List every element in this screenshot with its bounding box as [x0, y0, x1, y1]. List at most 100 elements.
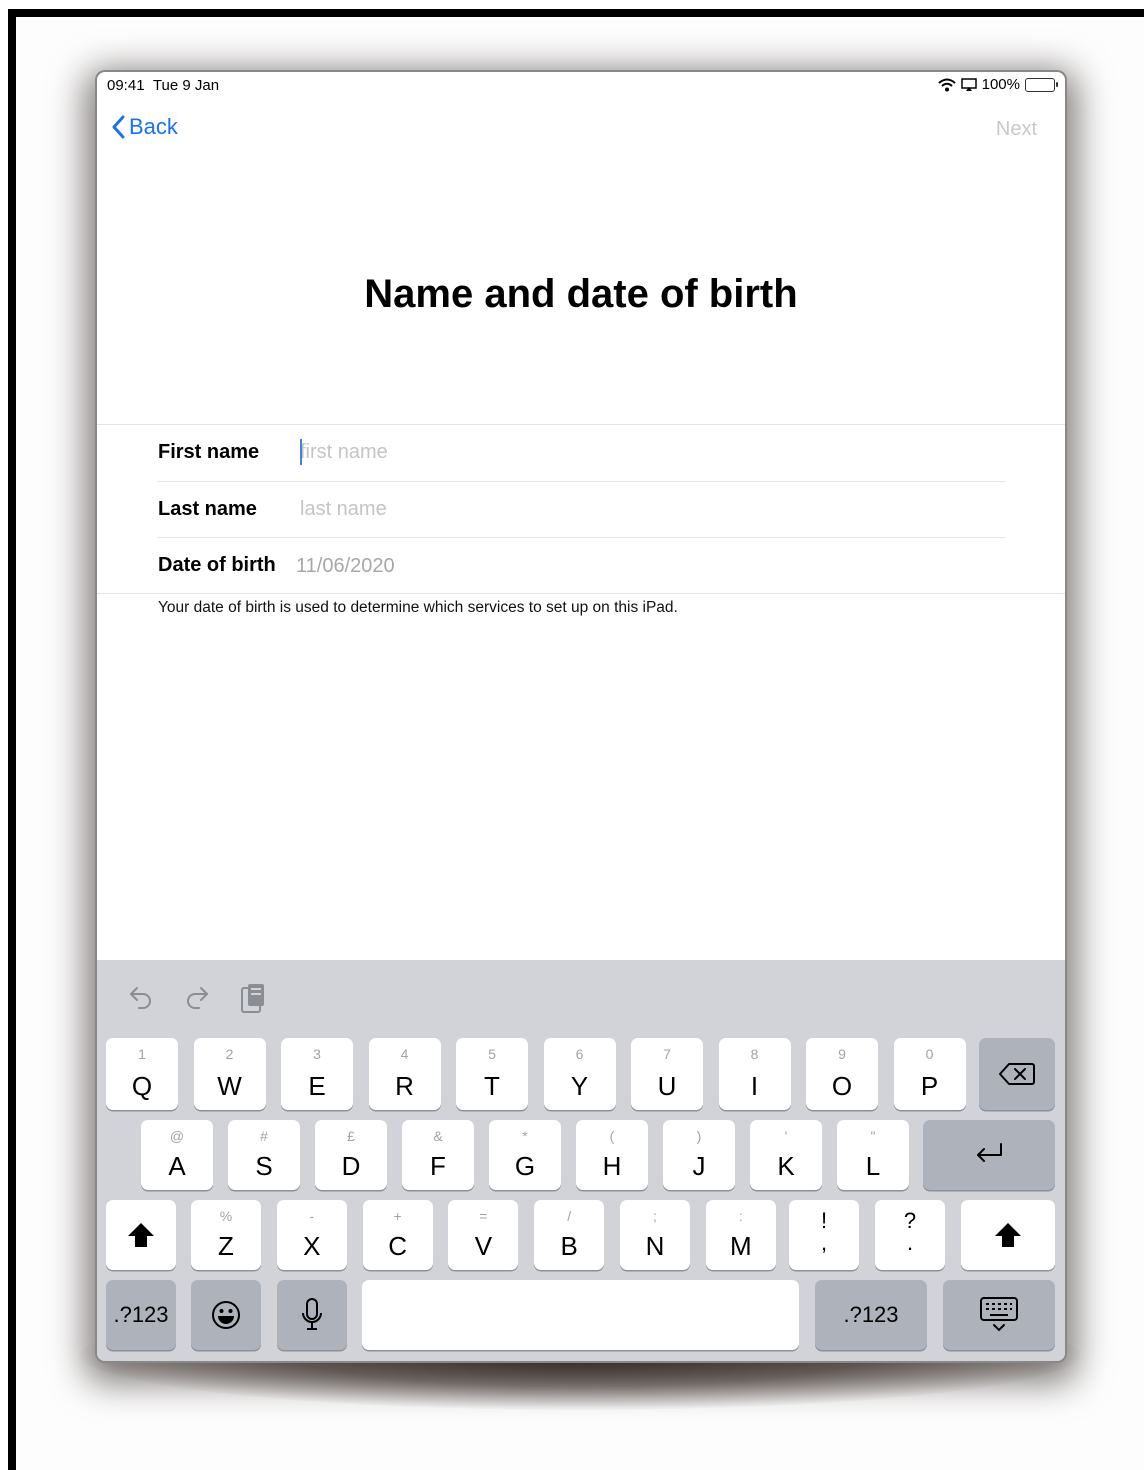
key-alt-label: / [567, 1208, 572, 1224]
key-main-label: R [395, 1071, 414, 1101]
return-key[interactable] [923, 1120, 1055, 1190]
key-main-label: Y [570, 1071, 589, 1101]
key-c[interactable]: + C [362, 1200, 433, 1270]
key-main-label: W [217, 1071, 242, 1101]
key-a[interactable]: @ A [141, 1120, 213, 1190]
key-n[interactable]: ; N [620, 1200, 690, 1270]
key-i[interactable]: 8I [718, 1038, 791, 1110]
key-main-label: H [602, 1151, 622, 1181]
key-x[interactable]: -X [276, 1200, 347, 1270]
key-alt-label: 6 [575, 1046, 584, 1062]
text-cursor [300, 439, 302, 465]
key-t[interactable]: 5T [456, 1038, 528, 1110]
key-k[interactable]: ' K [750, 1120, 822, 1190]
emoji-key[interactable] [191, 1280, 261, 1350]
key-f[interactable]: & F [402, 1120, 474, 1190]
key-v[interactable]: = V [448, 1200, 519, 1270]
key-alt-label: % [219, 1208, 233, 1224]
keyboard-dismiss-icon [980, 1297, 1018, 1332]
back-button[interactable]: Back [111, 114, 178, 140]
key-l[interactable]: " L [837, 1120, 909, 1190]
shift-icon [995, 1223, 1021, 1247]
key-u[interactable]: 7U [631, 1038, 703, 1110]
key-y[interactable]: 6Y [543, 1038, 616, 1110]
last-name-row: Last name [158, 481, 1005, 537]
last-name-input[interactable] [300, 494, 900, 524]
page-title: Name and date of birth [364, 272, 798, 316]
key-q[interactable]: 1Q [106, 1038, 178, 1110]
onscreen-keyboard: 1Q2W3E4R5T6Y7U8I9O0P @ A # S £ D & F * G(H) J ' K " L … [97, 960, 1065, 1361]
key-main-label: Z [218, 1231, 234, 1261]
screen-mirror-icon [960, 77, 977, 91]
status-time-date: 09:41 Tue 9 Jan [107, 77, 219, 94]
key-z[interactable]: % Z [191, 1200, 261, 1270]
question-period-key[interactable]: ? . [875, 1200, 945, 1270]
emoji-icon [212, 1301, 240, 1329]
key-r[interactable]: 4R [368, 1038, 441, 1110]
space-bar[interactable] [362, 1280, 799, 1350]
key-e[interactable]: 3E [281, 1038, 353, 1110]
battery-percent: 100% [981, 76, 1020, 93]
delete-key[interactable] [979, 1038, 1055, 1110]
first-name-input[interactable] [300, 437, 900, 467]
microphone-key[interactable] [277, 1280, 347, 1350]
key-main-label: T [484, 1071, 500, 1101]
key-main-label: X [303, 1231, 321, 1261]
numbers-key-label: .?123 [843, 1302, 899, 1327]
key-d[interactable]: £ D [315, 1120, 387, 1190]
redo-icon[interactable] [183, 982, 211, 1010]
key-alt-label: : [738, 1208, 743, 1224]
question-period-label: ? . [875, 1210, 945, 1254]
key-main-label: O [831, 1071, 853, 1101]
key-alt-label: ( [609, 1128, 615, 1144]
status-bar: 09:41 Tue 9 Jan 100% [97, 72, 1065, 98]
key-g[interactable]: * G [489, 1120, 561, 1190]
key-alt-label: @ [169, 1128, 185, 1144]
backspace-icon [999, 1063, 1035, 1085]
back-label: Back [129, 114, 178, 139]
next-button[interactable]: Next [996, 118, 1037, 141]
key-main-label: A [168, 1151, 186, 1181]
date-of-birth-row[interactable]: Date of birth 11/06/2020 [158, 537, 1005, 593]
key-main-label: C [388, 1231, 407, 1261]
key-main-label: L [865, 1151, 881, 1181]
shift-icon [128, 1223, 154, 1247]
key-j[interactable]: ) J [663, 1120, 735, 1190]
key-h[interactable]: (H [576, 1120, 648, 1190]
key-main-label: Q [131, 1071, 153, 1101]
key-main-label: U [657, 1071, 677, 1101]
exclamation-comma-key[interactable]: ! , [789, 1200, 859, 1270]
dismiss-keyboard-key[interactable] [943, 1280, 1055, 1350]
key-alt-label: & [433, 1128, 443, 1144]
date-of-birth-value[interactable]: 11/06/2020 [296, 555, 395, 578]
first-name-label: First name [158, 441, 260, 463]
key-main-label: B [560, 1231, 578, 1261]
punct-bottom-2: . [906, 1230, 914, 1255]
key-main-label: J [692, 1151, 706, 1181]
punct-top-2: ? [903, 1208, 917, 1233]
shift-key-right[interactable] [961, 1200, 1055, 1270]
ipad-screen: 09:41 Tue 9 Jan 100% Back Next Name and … [97, 72, 1065, 1361]
return-icon [977, 1143, 1002, 1162]
key-alt-label: 4 [400, 1046, 409, 1062]
key-main-label: E [308, 1071, 326, 1101]
key-main-label: S [255, 1151, 273, 1181]
key-m[interactable]: :M [705, 1200, 776, 1270]
key-s[interactable]: # S [228, 1120, 300, 1190]
chevron-left-icon [112, 115, 125, 139]
key-main-label: G [514, 1151, 536, 1181]
shift-key-left[interactable] [106, 1200, 176, 1270]
undo-icon[interactable] [127, 982, 155, 1010]
key-alt-label: ; [653, 1208, 657, 1224]
key-alt-label: 9 [838, 1046, 846, 1062]
wifi-icon [937, 78, 956, 91]
key-alt-label: - [309, 1208, 315, 1224]
key-o[interactable]: 9O [806, 1038, 878, 1110]
numbers-key-left[interactable]: .?123 [106, 1280, 176, 1350]
paste-icon[interactable] [239, 982, 267, 1014]
key-w[interactable]: 2W [193, 1038, 266, 1110]
key-main-label: V [474, 1231, 493, 1261]
numbers-key-right[interactable]: .?123 [815, 1280, 927, 1350]
key-p[interactable]: 0P [893, 1038, 966, 1110]
key-b[interactable]: / B [534, 1200, 605, 1270]
